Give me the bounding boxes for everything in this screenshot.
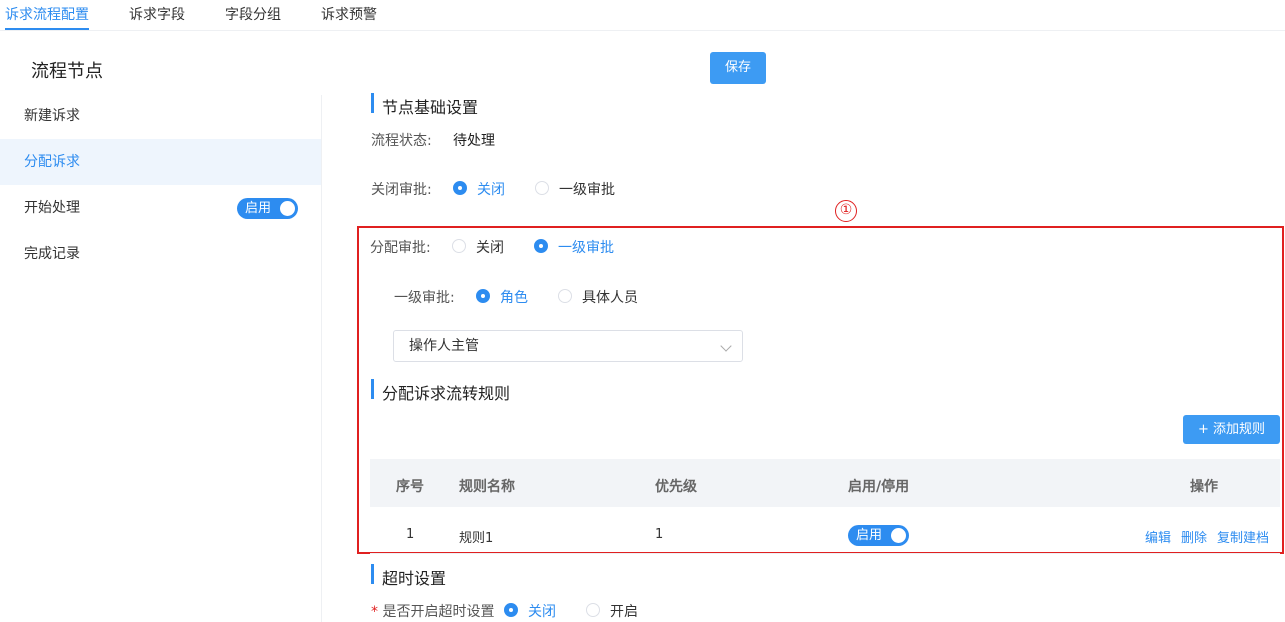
section-bar [371,379,374,399]
column-header: 操作 [1190,479,1218,495]
close-approval-level1-radio[interactable] [535,181,549,195]
level1-person-label[interactable]: 具体人员 [582,287,638,307]
assign-approval-level1-label[interactable]: 一级审批 [558,237,614,257]
approver-select[interactable]: 操作人主管 [393,330,743,362]
timeout-on-label[interactable]: 开启 [610,601,638,621]
tab-flow-config[interactable]: 诉求流程配置 [5,4,89,24]
timeout-on-radio[interactable] [586,603,600,617]
sidebar-item-label: 开始处理 [24,200,80,216]
level1-approval-label: 一级审批: [394,290,455,306]
section-bar [371,93,374,113]
rule-name: 规则1 [459,531,494,546]
start-process-toggle[interactable]: 启用 [237,198,298,219]
rule-status-toggle[interactable]: 启用 [848,525,909,546]
edit-rule-link[interactable]: 编辑 [1145,527,1171,546]
rule-priority: 1 [655,527,664,542]
toggle-knob [280,201,295,216]
timeout-enable-text: 是否开启超时设置 [382,604,495,620]
sidebar-divider [321,95,322,622]
sidebar-item-label: 分配诉求 [24,154,80,170]
top-tabs: 诉求流程配置 诉求字段 字段分组 诉求预警 [0,0,1285,31]
annotation-marker: ① [835,200,857,222]
required-mark: * [371,604,378,620]
assign-approval-off-radio[interactable] [452,239,466,253]
timeout-title: 超时设置 [382,569,447,588]
save-button[interactable]: 保存 [710,52,766,84]
sidebar-item-label: 完成记录 [24,246,80,262]
rules-title: 分配诉求流转规则 [382,384,511,403]
column-header: 启用/停用 [848,479,910,495]
active-tab-indicator [5,28,89,30]
column-header: 序号 [396,479,424,495]
column-header: 优先级 [655,479,697,495]
approver-select-value: 操作人主管 [409,338,479,354]
assign-approval-off-label[interactable]: 关闭 [476,237,504,257]
close-approval-off-radio[interactable] [453,181,467,195]
assign-approval-label: 分配审批: [370,240,431,256]
column-header: 规则名称 [459,479,515,495]
timeout-off-label[interactable]: 关闭 [528,601,556,621]
tab-fields[interactable]: 诉求字段 [129,4,185,24]
sidebar-title: 流程节点 [31,61,103,82]
timeout-off-radio[interactable] [504,603,518,617]
sidebar-item-new[interactable]: 新建诉求 [0,93,321,139]
tab-warnings[interactable]: 诉求预警 [321,4,377,24]
basic-settings-title: 节点基础设置 [382,98,479,117]
flow-status-label: 流程状态: [371,133,432,149]
chevron-down-icon [720,340,732,352]
level1-person-radio[interactable] [558,289,572,303]
assign-approval-level1-radio[interactable] [534,239,548,253]
rules-table-header: 序号 规则名称 优先级 启用/停用 操作 [370,459,1280,507]
add-rule-button[interactable]: + 添加规则 [1183,415,1280,444]
toggle-label: 启用 [245,201,272,216]
sidebar-item-complete[interactable]: 完成记录 [0,231,321,277]
tab-field-groups[interactable]: 字段分组 [225,4,281,24]
sidebar-item-assign[interactable]: 分配诉求 [0,139,321,185]
level1-role-radio[interactable] [476,289,490,303]
sidebar-item-label: 新建诉求 [24,108,80,124]
copy-rule-link[interactable]: 复制建档 [1217,527,1269,546]
delete-rule-link[interactable]: 删除 [1181,527,1207,546]
close-approval-label: 关闭审批: [371,182,432,198]
timeout-enable-label: * 是否开启超时设置 [371,601,494,621]
section-bar [371,564,374,584]
close-approval-level1-label[interactable]: 一级审批 [559,179,615,199]
toggle-label: 启用 [856,528,883,543]
flow-status-value: 待处理 [453,133,495,149]
close-approval-off-label[interactable]: 关闭 [477,179,505,199]
table-row: 1 规则1 1 启用 编辑 删除 复制建档 [370,508,1280,554]
level1-role-label[interactable]: 角色 [500,287,528,307]
rule-index: 1 [406,527,415,542]
toggle-knob [891,528,906,543]
